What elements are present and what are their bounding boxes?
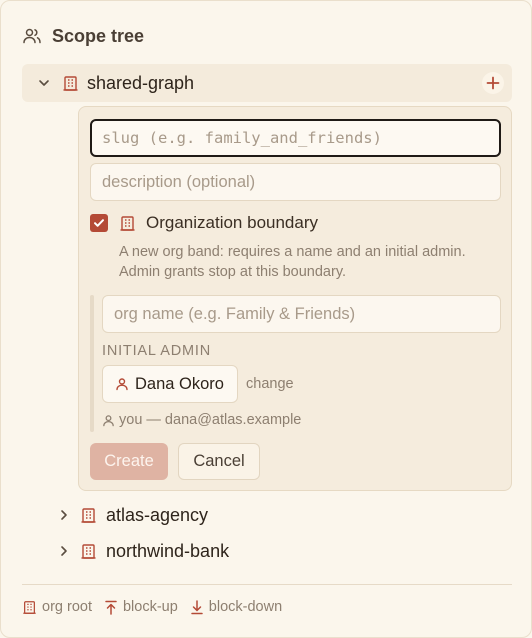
panel-header: Scope tree xyxy=(22,25,144,47)
tree-node-label: shared-graph xyxy=(87,72,195,93)
org-boundary-hint: A new org band: requires a name and an i… xyxy=(119,242,504,282)
building-icon xyxy=(80,507,97,524)
org-name-input[interactable]: org name (e.g. Family & Friends) xyxy=(102,295,501,333)
tree-node-northwind-bank[interactable]: northwind-bank xyxy=(56,539,229,563)
add-child-button[interactable] xyxy=(482,72,504,94)
org-boundary-row: Organization boundary xyxy=(90,213,318,233)
tree-node-atlas-agency[interactable]: atlas-agency xyxy=(56,503,208,527)
slug-input[interactable]: slug (e.g. family_and_friends) xyxy=(90,119,501,157)
legend-block-up: block-up xyxy=(104,599,178,615)
description-placeholder: description (optional) xyxy=(102,172,256,191)
admin-name: Dana Okoro xyxy=(135,374,224,393)
org-boundary-label: Organization boundary xyxy=(146,213,319,232)
plus-icon xyxy=(486,76,500,90)
legend-block-down: block-down xyxy=(190,599,282,615)
chevron-right-icon[interactable] xyxy=(56,543,72,559)
legend-divider xyxy=(22,584,512,585)
arrow-up-bar-icon xyxy=(105,600,117,615)
tree-node-shared-graph[interactable]: shared-graph xyxy=(22,64,512,102)
legend: org root block-up block-down xyxy=(22,597,294,617)
tree-node-label: atlas-agency xyxy=(106,504,209,525)
legend-label: block-up xyxy=(122,599,178,615)
chevron-right-icon[interactable] xyxy=(56,507,72,523)
building-icon xyxy=(80,543,97,560)
cancel-button[interactable]: Cancel xyxy=(178,443,260,480)
hint-line-2: Admin grants stop at this boundary. xyxy=(119,264,347,280)
legend-label: block-down xyxy=(208,599,283,615)
create-button[interactable]: Create xyxy=(90,443,168,480)
chevron-down-icon[interactable] xyxy=(36,75,52,91)
legend-org-root: org root xyxy=(22,599,92,615)
tree-node-label: northwind-bank xyxy=(106,540,230,561)
new-scope-form: slug (e.g. family_and_friends) descripti… xyxy=(78,106,512,491)
check-icon xyxy=(94,219,104,227)
slug-placeholder: slug (e.g. family_and_friends) xyxy=(102,129,382,147)
building-icon xyxy=(23,600,36,614)
page-title: Scope tree xyxy=(52,25,145,46)
org-name-placeholder: org name (e.g. Family & Friends) xyxy=(114,304,356,323)
org-boundary-checkbox[interactable] xyxy=(90,214,108,232)
user-icon xyxy=(103,414,114,426)
hint-line-1: A new org band: requires a name and an i… xyxy=(119,244,466,260)
current-user-line: you — dana@atlas.example xyxy=(102,412,301,428)
arrow-down-bar-icon xyxy=(191,599,203,614)
legend-label: org root xyxy=(42,599,92,615)
building-icon xyxy=(119,215,136,232)
current-user-text: you — dana@atlas.example xyxy=(119,412,302,428)
change-admin-link[interactable]: change xyxy=(246,376,294,392)
org-section-rail xyxy=(90,295,94,432)
user-icon xyxy=(116,378,128,391)
building-icon xyxy=(62,75,79,92)
scope-tree-panel: Scope tree shared-graph slug (e.g. famil… xyxy=(0,0,532,638)
users-icon xyxy=(23,28,41,44)
description-input[interactable]: description (optional) xyxy=(90,163,501,201)
initial-admin-label: INITIAL ADMIN xyxy=(102,343,211,359)
admin-chip[interactable]: Dana Okoro xyxy=(102,365,238,403)
